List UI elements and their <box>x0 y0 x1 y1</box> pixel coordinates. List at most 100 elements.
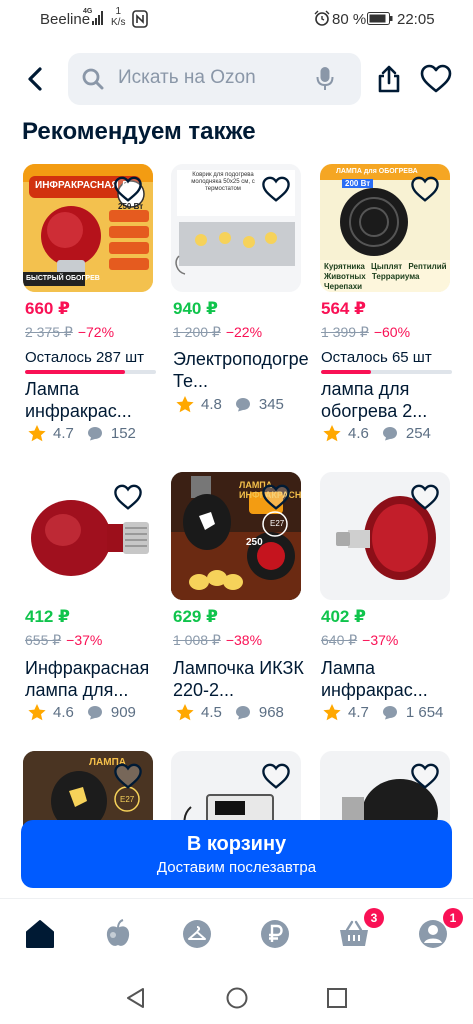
favorite-heart-icon[interactable] <box>113 484 143 511</box>
product-image[interactable]: ЛАМПА ИНФРАКРАСНАЯ 250 E27 <box>171 472 301 600</box>
favorite-heart-icon[interactable] <box>261 763 291 790</box>
image-badge: 250 <box>246 537 263 548</box>
product-image[interactable]: ЛАМПА для ОБОГРЕВА 200 Вт Курятника Цыпл… <box>320 164 450 292</box>
reviews-count: 254 <box>405 425 431 442</box>
reviews-icon <box>87 706 102 720</box>
star-icon <box>176 396 194 413</box>
old-price: 640 ₽ <box>321 632 358 648</box>
rating-value: 4.6 <box>53 704 74 721</box>
discount: −60% <box>373 324 411 340</box>
add-to-cart-label: В корзину <box>186 833 287 855</box>
product-title[interactable]: Электроподогреватель Те... <box>173 348 308 394</box>
price-old-row: 2 375 ₽ −72% <box>25 324 114 341</box>
product-image[interactable]: ИНФРАКРАСНАЯ Л 250 Вт БЫСТРЫЙ ОБОГРЕВ <box>23 164 153 292</box>
star-icon <box>323 425 341 442</box>
back-triangle-icon[interactable] <box>124 986 148 1010</box>
rating-value: 4.7 <box>348 704 369 721</box>
favorite-heart-icon[interactable] <box>261 484 291 511</box>
reviews-count: 152 <box>110 425 136 442</box>
price-old-row: 1 399 ₽ −60% <box>321 324 410 341</box>
product-title[interactable]: Инфракрасная лампа для... <box>25 657 160 703</box>
old-price: 2 375 ₽ <box>25 324 73 340</box>
nfc-icon <box>132 10 148 28</box>
section-title: Рекомендуем также <box>22 118 256 145</box>
reviews-count: 909 <box>110 704 136 721</box>
favorite-heart-icon[interactable] <box>113 763 143 790</box>
discount: −72% <box>77 324 115 340</box>
discount: −37% <box>362 632 399 648</box>
battery-icon <box>367 12 393 25</box>
product-rating: 4.6 909 <box>28 704 136 721</box>
product-title[interactable]: Лампа инфракрас... <box>321 657 456 703</box>
discount: −22% <box>225 324 263 340</box>
add-to-cart-button[interactable]: В корзину Доставим послезавтра <box>21 820 452 888</box>
image-tag: E27 <box>270 519 285 528</box>
star-icon <box>28 704 46 721</box>
product-price: 412 ₽ <box>25 607 70 626</box>
star-icon <box>323 704 341 721</box>
signal-icon <box>92 11 103 25</box>
old-price: 1 399 ₽ <box>321 324 369 340</box>
favorite-heart-icon[interactable] <box>113 176 143 203</box>
product-price: 940 ₽ <box>173 299 218 318</box>
price-old-row: 655 ₽ −37% <box>25 632 102 649</box>
recents-square-icon[interactable] <box>325 986 349 1010</box>
network-type: 4G <box>83 8 93 15</box>
product-rating: 4.5 968 <box>176 704 284 721</box>
image-tag: E27 <box>120 795 135 804</box>
old-price: 1 200 ₽ <box>173 324 221 340</box>
rating-value: 4.6 <box>348 425 369 442</box>
home-icon[interactable] <box>24 918 56 950</box>
product-rating: 4.8 345 <box>176 396 284 413</box>
reviews-icon <box>235 398 250 412</box>
product-title[interactable]: Лампочка ИКЗК 220-2... <box>173 657 308 703</box>
back-arrow-icon[interactable] <box>22 64 50 94</box>
delivery-info: Доставим послезавтра <box>156 859 317 876</box>
old-price: 1 008 ₽ <box>173 632 221 648</box>
status-bar: Beeline 4G 1 K/s 80 % 22:05 <box>0 0 473 38</box>
speed-unit: K/s <box>111 17 126 28</box>
product-title[interactable]: лампа для обогрева 2... <box>321 378 456 424</box>
image-tags: Курятника Цыплят Рептилий Животных Терра… <box>324 262 447 291</box>
speed-value: 1 <box>115 6 121 17</box>
product-price: 402 ₽ <box>321 607 366 626</box>
stock-bar-fill <box>321 370 371 374</box>
reviews-icon <box>87 427 102 441</box>
fresh-apple-icon[interactable] <box>102 918 134 950</box>
product-price: 564 ₽ <box>321 299 366 318</box>
old-price: 655 ₽ <box>25 632 62 648</box>
price-old-row: 1 200 ₽ −22% <box>173 324 262 341</box>
reviews-count: 968 <box>258 704 284 721</box>
product-image[interactable] <box>23 472 153 600</box>
microphone-icon[interactable] <box>316 66 334 92</box>
product-rating: 4.6 254 <box>323 425 431 442</box>
hanger-icon[interactable] <box>181 918 213 950</box>
reviews-icon <box>382 427 397 441</box>
image-badge: 250 Вт <box>118 202 144 211</box>
bottom-tab-bar <box>0 898 473 976</box>
search-input[interactable]: Искать на Ozon <box>68 53 361 105</box>
image-footer: БЫСТРЫЙ ОБОГРЕВ <box>26 275 100 282</box>
share-icon[interactable] <box>375 64 403 94</box>
reviews-icon <box>235 706 250 720</box>
ruble-icon[interactable] <box>259 918 291 950</box>
discount: −37% <box>66 632 103 648</box>
stock-bar <box>321 370 452 374</box>
rating-value: 4.7 <box>53 425 74 442</box>
search-icon <box>82 68 104 90</box>
image-caption: Коврик для подогрева молодняка 50х25 см,… <box>191 172 255 192</box>
product-title[interactable]: Лампа инфракрас... <box>25 378 160 424</box>
favorite-heart-icon[interactable] <box>410 763 440 790</box>
favorite-heart-icon[interactable] <box>410 176 440 203</box>
stock-left: Осталось 65 шт <box>321 349 432 366</box>
favorite-heart-icon[interactable] <box>261 176 291 203</box>
stock-bar <box>25 370 156 374</box>
image-badge: 200 Вт <box>342 179 374 188</box>
home-circle-icon[interactable] <box>225 986 249 1010</box>
product-image[interactable]: Коврик для подогрева молодняка 50х25 см,… <box>171 164 301 292</box>
battery-percent: 80 % <box>332 11 367 28</box>
product-image[interactable] <box>320 472 450 600</box>
favorite-heart-icon[interactable] <box>410 484 440 511</box>
heart-icon[interactable] <box>420 64 452 94</box>
image-caption: ЛАМПА для ОБОГРЕВА <box>336 168 418 175</box>
